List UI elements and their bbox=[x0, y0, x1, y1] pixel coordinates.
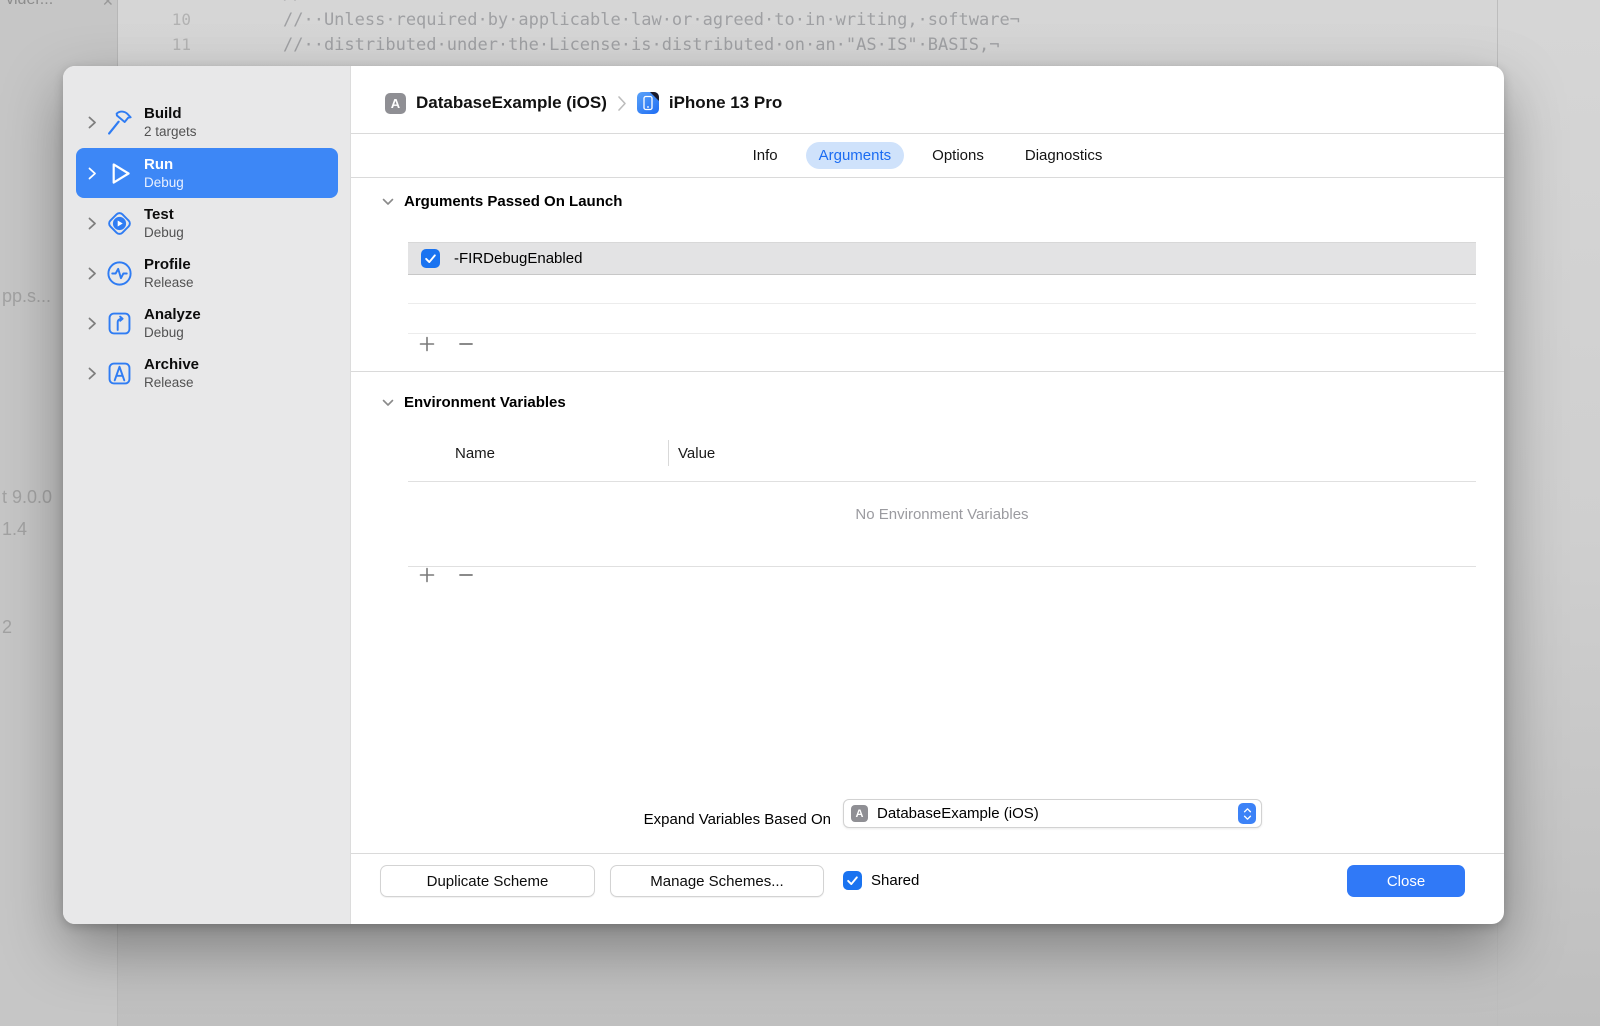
shared-label: Shared bbox=[871, 872, 920, 889]
tab-close-icon: ✕ bbox=[102, 0, 114, 9]
sidebar-item-subtitle: 2 targets bbox=[144, 123, 197, 139]
column-header-name[interactable]: Name bbox=[455, 440, 495, 466]
test-diamond-icon bbox=[108, 211, 131, 235]
manage-schemes-button[interactable]: Manage Schemes... bbox=[610, 865, 824, 897]
profile-gauge-icon bbox=[107, 260, 132, 286]
chevron-right-icon[interactable] bbox=[88, 217, 97, 230]
add-argument-button[interactable] bbox=[419, 336, 435, 352]
scheme-actions-sidebar: Build 2 targets Run Debug Test Debug Pro… bbox=[63, 66, 351, 924]
chevron-right-icon[interactable] bbox=[88, 116, 97, 129]
app-target-icon: A bbox=[851, 805, 868, 822]
sidebar-item-title: Test bbox=[144, 205, 174, 223]
section-separator bbox=[351, 371, 1504, 372]
empty-placeholder: No Environment Variables bbox=[855, 506, 1029, 523]
add-variable-button[interactable] bbox=[419, 567, 435, 583]
sidebar-item-archive[interactable]: Archive Release bbox=[76, 348, 338, 398]
tab-info[interactable]: Info bbox=[740, 142, 791, 169]
argument-checkbox[interactable] bbox=[421, 249, 440, 268]
breadcrumb-chevron-icon bbox=[618, 95, 626, 111]
column-divider[interactable] bbox=[668, 440, 669, 466]
remove-variable-button[interactable] bbox=[458, 567, 474, 583]
navigator-fragment: 1.4 bbox=[2, 519, 28, 539]
disclosure-chevron-icon[interactable] bbox=[382, 198, 394, 206]
sidebar-item-run[interactable]: Run Debug bbox=[76, 148, 338, 198]
tab-options[interactable]: Options bbox=[919, 142, 997, 169]
archive-icon bbox=[108, 362, 131, 384]
sidebar-item-subtitle: Release bbox=[144, 274, 194, 290]
arguments-plusminus bbox=[419, 336, 474, 352]
shared-checkbox[interactable] bbox=[843, 871, 862, 890]
duplicate-scheme-button[interactable]: Duplicate Scheme bbox=[380, 865, 595, 897]
tab-arguments[interactable]: Arguments bbox=[805, 142, 905, 169]
table-bottom-line bbox=[408, 566, 1476, 567]
sidebar-item-analyze[interactable]: Analyze Debug bbox=[76, 298, 338, 348]
build-hammer-icon bbox=[108, 110, 132, 135]
sidebar-item-title: Profile bbox=[144, 255, 191, 273]
sidebar-item-subtitle: Release bbox=[144, 374, 194, 390]
line-number: 10 bbox=[171, 10, 191, 29]
code-line: 9 // bbox=[118, 0, 1488, 9]
line-number: 11 bbox=[171, 35, 191, 54]
dropdown-stepper-icon[interactable] bbox=[1238, 803, 1256, 824]
sidebar-item-title: Run bbox=[144, 155, 174, 173]
chevron-right-icon[interactable] bbox=[88, 367, 97, 380]
section-title: Arguments Passed On Launch bbox=[404, 193, 623, 210]
line-code: //··Unless·required·by·applicable·law·or… bbox=[283, 10, 1020, 30]
section-title: Environment Variables bbox=[404, 394, 566, 411]
sidebar-item-title: Analyze bbox=[144, 305, 201, 323]
environment-plusminus bbox=[419, 567, 474, 583]
close-button[interactable]: Close bbox=[1347, 865, 1465, 897]
navigator-fragment: pp.s... bbox=[2, 286, 52, 306]
expand-variables-dropdown[interactable]: A DatabaseExample (iOS) bbox=[843, 799, 1262, 828]
shared-option: Shared bbox=[843, 871, 919, 890]
code-line: 11 //··distributed·under·the·License·is·… bbox=[118, 35, 1488, 60]
sidebar-item-build[interactable]: Build 2 targets bbox=[76, 97, 338, 147]
chevron-right-icon[interactable] bbox=[88, 167, 97, 180]
remove-argument-button[interactable] bbox=[458, 336, 474, 352]
line-code: //··distributed·under·the·License·is·dis… bbox=[283, 35, 1000, 55]
chevron-right-icon[interactable] bbox=[88, 267, 97, 280]
argument-row[interactable]: -FIRDebugEnabled bbox=[408, 242, 1476, 275]
breadcrumb: A DatabaseExample (iOS) iPhone 13 Pro bbox=[385, 90, 782, 116]
disclosure-chevron-icon[interactable] bbox=[382, 399, 394, 407]
environment-section-header: Environment Variables bbox=[382, 394, 566, 411]
scheme-editor-content: A DatabaseExample (iOS) iPhone 13 Pro In… bbox=[351, 66, 1504, 924]
tab-diagnostics[interactable]: Diagnostics bbox=[1012, 142, 1116, 169]
dropdown-selected-value: DatabaseExample (iOS) bbox=[877, 805, 1039, 822]
tabs-separator bbox=[351, 177, 1504, 178]
sidebar-item-subtitle: Debug bbox=[144, 324, 184, 340]
line-code: // bbox=[283, 0, 303, 4]
screen: vider... ✕ 9 // 10 //··Unless·required·b… bbox=[0, 0, 1600, 1026]
scheme-editor-dialog: Build 2 targets Run Debug Test Debug Pro… bbox=[63, 66, 1504, 924]
code-line: 10 //··Unless·required·by·applicable·law… bbox=[118, 10, 1488, 35]
sidebar-item-test[interactable]: Test Debug bbox=[76, 198, 338, 248]
sidebar-item-subtitle: Debug bbox=[144, 174, 184, 190]
editor-tab-title: vider... bbox=[6, 0, 53, 9]
sidebar-item-title: Archive bbox=[144, 355, 200, 373]
scheme-name[interactable]: DatabaseExample (iOS) bbox=[416, 93, 607, 113]
empty-row-line bbox=[408, 333, 1476, 334]
footer-separator bbox=[351, 853, 1504, 854]
sidebar-item-profile[interactable]: Profile Release bbox=[76, 248, 338, 298]
navigator-fragment: t 9.0.0 bbox=[2, 487, 53, 507]
empty-row-line bbox=[408, 303, 1476, 304]
argument-label: -FIRDebugEnabled bbox=[454, 250, 583, 267]
app-target-icon: A bbox=[385, 92, 406, 114]
column-header-value[interactable]: Value bbox=[678, 440, 715, 466]
tab-bar: Info Arguments Options Diagnostics bbox=[351, 134, 1504, 177]
sidebar-item-title: Build bbox=[144, 104, 182, 122]
analyze-icon bbox=[108, 312, 131, 334]
destination-name[interactable]: iPhone 13 Pro bbox=[669, 93, 782, 113]
sidebar-item-subtitle: Debug bbox=[144, 224, 184, 240]
iphone-simulator-icon bbox=[636, 92, 659, 114]
arguments-section-header: Arguments Passed On Launch bbox=[382, 193, 622, 210]
navigator-fragment: 2 bbox=[2, 617, 13, 637]
expand-variables-label: Expand Variables Based On bbox=[643, 811, 831, 828]
run-play-icon bbox=[112, 162, 130, 184]
table-header-line bbox=[408, 481, 1476, 482]
line-number: 9 bbox=[136, 0, 191, 3]
chevron-right-icon[interactable] bbox=[88, 317, 97, 330]
